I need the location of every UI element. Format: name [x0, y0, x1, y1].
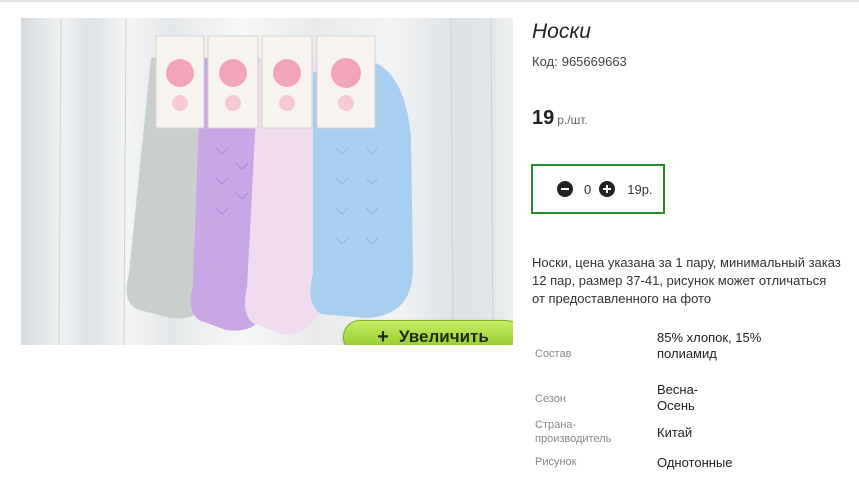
product-code: Код: 965669663 — [532, 54, 627, 69]
attribute-label: Сезон — [535, 393, 566, 405]
product-code-label: Код: — [532, 54, 558, 69]
attribute-value: Китай — [657, 425, 693, 440]
product-price: 19 р./шт. — [532, 107, 588, 130]
attribute-value: 85% хлопок, 15% полиамид — [657, 330, 762, 361]
socks-illustration — [58, 18, 494, 345]
zoom-button[interactable]: + Увеличить — [343, 320, 513, 345]
attribute-label: Рисунок — [535, 456, 577, 468]
quantity-value[interactable]: 0 — [584, 182, 591, 197]
product-title: Носки — [532, 20, 591, 43]
minus-circle-icon[interactable] — [557, 181, 573, 197]
attribute-label: Страна-производитель — [535, 419, 612, 445]
attribute-label: Состав — [535, 348, 572, 360]
top-divider — [0, 0, 859, 2]
price-value: 19 — [532, 107, 555, 129]
product-description: Носки, цена указана за 1 пару, минимальн… — [532, 255, 841, 306]
product-photo[interactable]: + Увеличить — [21, 18, 513, 345]
total-price: 19р. — [627, 181, 653, 197]
attribute-value: Однотонные — [657, 455, 733, 470]
product-code-value: 965669663 — [561, 54, 627, 69]
price-unit: р./шт. — [557, 113, 588, 127]
zoom-button-label: Увеличить — [398, 327, 489, 345]
plus-circle-icon[interactable] — [599, 181, 616, 197]
attribute-value: Весна-Осень — [657, 382, 699, 413]
sock-tags — [155, 35, 376, 129]
quantity-stepper: 0 19р. — [531, 164, 665, 214]
zoom-plus-icon: + — [377, 326, 389, 345]
